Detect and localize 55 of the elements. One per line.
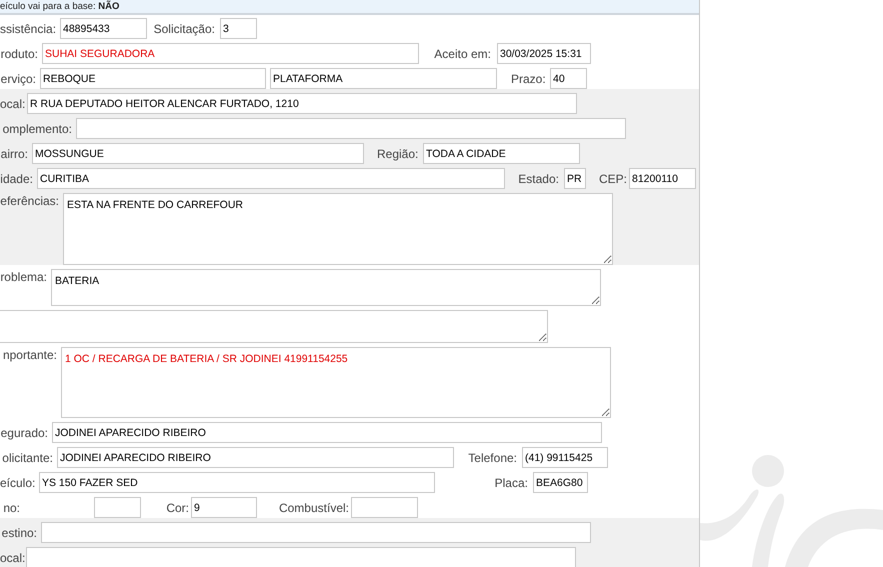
text-field[interactable]: 40 [550,68,587,89]
text-field[interactable]: 3 [220,18,257,39]
field-label: ocal: [0,550,22,564]
field-label: Cor: [166,500,189,514]
text-field[interactable]: 9 [191,497,257,518]
field-label: Telefone: [467,450,517,464]
text-field[interactable]: R RUA DEPUTADO HEITOR ALENCAR FURTADO, 1210 [27,93,577,114]
text-field[interactable]: 30/03/2025 15:31 [497,43,591,64]
text-field[interactable]: JODINEI APARECIDO RIBEIRO [52,422,602,443]
text-field[interactable]: REBOQUE [40,68,266,89]
text-field[interactable]: JODINEI APARECIDO RIBEIRO [57,447,454,468]
text-field[interactable] [76,118,626,139]
field-label: roduto: [0,46,38,60]
field-label: airro: [0,146,28,160]
field-label: olicitante: [1,450,53,464]
text-field[interactable]: PR [564,168,586,189]
text-field[interactable] [41,522,591,543]
field-label: nportante: [2,347,57,363]
field-label: Solicitação: [152,22,215,36]
text-area[interactable]: BATERIA [51,269,601,306]
text-field[interactable]: SUHAI SEGURADORA [42,43,419,64]
text-field[interactable]: MOSSUNGUE [32,143,364,164]
field-label: estino: [0,526,37,540]
field-label: no: [2,500,20,514]
field-label: erviço: [0,72,36,86]
text-field[interactable]: 48895433 [60,18,147,39]
field-label: eículo: [0,476,35,490]
text-area[interactable]: 1 OC / RECARGA DE BATERIA / SR JODINEI 41991154255 [61,347,611,418]
field-label: Prazo: [511,72,545,86]
field-label: roblema: [0,269,47,285]
field-label: CEP: [599,172,624,186]
text-field[interactable]: PLATAFORMA [270,68,497,89]
text-field[interactable]: TODA A CIDADE [423,143,580,164]
text-field[interactable] [26,547,576,567]
text-area[interactable] [0,310,548,343]
field-label: eferências: [0,193,59,209]
field-label: Placa: [494,476,528,490]
text-field[interactable]: CURITIBA [37,168,505,189]
text-field[interactable] [94,497,141,518]
field-label: Estado: [518,172,559,186]
field-label: egurado: [0,426,48,440]
text-field[interactable]: BEA6G80 [533,472,588,493]
field-label: Aceito em: [433,46,491,60]
field-label: Região: [377,146,418,160]
text-field[interactable]: 81200110 [629,168,696,189]
field-label: ocal: [0,96,23,110]
text-field[interactable] [351,497,418,518]
field-label: ssistência: [0,22,56,36]
text-field[interactable]: YS 150 FAZER SED [39,472,435,493]
field-label: idade: [0,172,33,186]
notice-text: eículo vai para a base: NÃO [0,0,120,13]
text-area[interactable]: ESTA NA FRENTE DO CARREFOUR [63,193,613,265]
field-label: omplemento: [2,122,72,136]
text-field[interactable]: (41) 99115425 [522,447,608,468]
field-label: Combustível: [278,500,349,514]
